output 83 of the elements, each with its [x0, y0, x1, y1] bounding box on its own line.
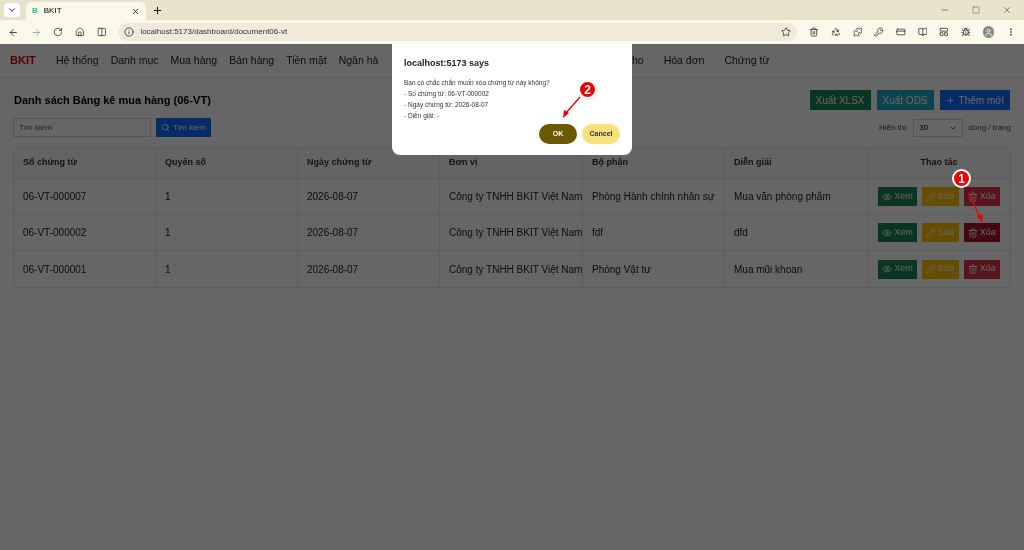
trash-icon [967, 264, 978, 274]
table-cell: 2026-08-07 [298, 179, 440, 214]
toolbar-button[interactable]: Xuất ODS [876, 90, 934, 110]
row-action-button[interactable]: Xem [878, 187, 917, 206]
address-bar[interactable]: localhost:5173/dashboard/document06-vt [118, 23, 798, 41]
bookmark-icon[interactable] [781, 27, 792, 37]
split-view-icon[interactable] [96, 27, 107, 37]
page-size-label: Hiển thị: [878, 121, 909, 134]
column-header: Thao tác [919, 156, 959, 170]
row-action-button[interactable]: Xem [878, 223, 917, 242]
page-title: Danh sách Bảng kê mua hàng (06-VT) [14, 92, 211, 108]
table-cell: Phòng Hành chính nhân sự [583, 179, 725, 214]
nav-item[interactable]: Hệ thống [56, 52, 99, 69]
column-header: Diễn giải [725, 148, 868, 178]
reload-icon[interactable] [53, 27, 63, 37]
row-action-button[interactable]: Xem [878, 259, 917, 279]
nav-item[interactable]: ho [632, 52, 644, 69]
nav-item[interactable]: Danh mục [110, 52, 159, 69]
trash-icon[interactable] [809, 27, 819, 37]
row-action-button[interactable]: Xóa [963, 187, 1000, 206]
plus-icon [945, 95, 955, 105]
brand-logo[interactable]: BKIT [10, 52, 56, 69]
table-cell: Phòng Vật tư [583, 251, 725, 287]
eye-icon [882, 191, 893, 202]
panel-icon[interactable] [939, 27, 949, 37]
table-cell: Mua văn phòng phẩm [725, 179, 868, 214]
table-cell: 1 [156, 215, 298, 250]
toolbar-button[interactable]: Thêm mới [939, 90, 1010, 110]
column-header: Quyển số [156, 148, 298, 178]
pencil-icon [925, 227, 936, 238]
annotation-arrow [563, 96, 581, 118]
close-icon[interactable] [131, 6, 140, 16]
toolbar-button[interactable]: Xuất XLSX [809, 90, 871, 110]
tab-title: BKIT [43, 5, 63, 17]
table-cell: 06-VT-000002 [14, 215, 156, 250]
table-cell: 2026-08-07 [298, 251, 440, 287]
eye-icon [882, 227, 893, 238]
bug-icon[interactable] [960, 27, 971, 37]
search-button[interactable]: Tìm kiếm [156, 118, 211, 137]
table-cell: Công ty TNHH BKIT Việt Nam [440, 215, 583, 250]
close-window-icon[interactable] [1002, 5, 1012, 15]
row-action-button[interactable]: Xóa [963, 259, 1000, 279]
nav-item[interactable]: Chứng từ [724, 52, 770, 69]
key-icon[interactable] [874, 27, 884, 37]
table-cell: Mua mũi khoan [725, 251, 868, 287]
table-cell: 1 [156, 179, 298, 214]
page-size-select[interactable]: 30 [913, 118, 964, 137]
nav-item[interactable]: Tiền mặt [286, 52, 327, 69]
favicon: B [32, 5, 38, 17]
chevron-icon [7, 5, 17, 15]
nav-item[interactable]: Ngân hà [338, 52, 379, 69]
pencil-icon [925, 264, 936, 274]
profile-avatar[interactable] [982, 26, 995, 38]
new-tab-icon[interactable] [152, 4, 163, 16]
table-cell: Công ty TNHH BKIT Việt Nam [440, 179, 583, 214]
trash-icon [967, 227, 978, 238]
browser-tab[interactable]: B BKIT [26, 2, 146, 20]
table-cell: 1 [156, 251, 298, 287]
trash-icon [967, 191, 978, 202]
nav-item[interactable]: Hóa đơn [663, 52, 705, 69]
dialog-title: localhost:5173 says [404, 57, 491, 70]
table-cell: 2026-08-07 [298, 215, 440, 250]
home-icon[interactable] [75, 27, 85, 37]
column-header: Số chứng từ [14, 148, 156, 178]
table-cell: dfd [725, 215, 868, 250]
extensions-icon[interactable] [852, 27, 863, 37]
recycle-icon[interactable] [830, 27, 841, 37]
page-size-suffix: dòng / trang [968, 121, 1011, 134]
table-cell: 06-VT-000001 [14, 251, 156, 287]
table-cell: Công ty TNHH BKIT Việt Nam [440, 251, 583, 287]
back-icon[interactable] [8, 26, 19, 38]
site-info-icon[interactable] [124, 27, 135, 37]
table-cell: fdf [583, 215, 725, 250]
card-icon[interactable] [895, 27, 906, 37]
nav-item[interactable]: Mua hàng [170, 52, 218, 69]
pencil-icon [925, 191, 936, 202]
eye-icon [882, 264, 893, 274]
book-icon[interactable] [917, 27, 928, 37]
search-icon [161, 123, 170, 132]
row-action-button[interactable]: Xóa [963, 223, 1000, 242]
table-cell: 06-VT-000007 [14, 179, 156, 214]
url-text: localhost:5173/dashboard/document06-vt [140, 26, 289, 38]
nav-item[interactable]: Bán hàng [229, 52, 275, 69]
